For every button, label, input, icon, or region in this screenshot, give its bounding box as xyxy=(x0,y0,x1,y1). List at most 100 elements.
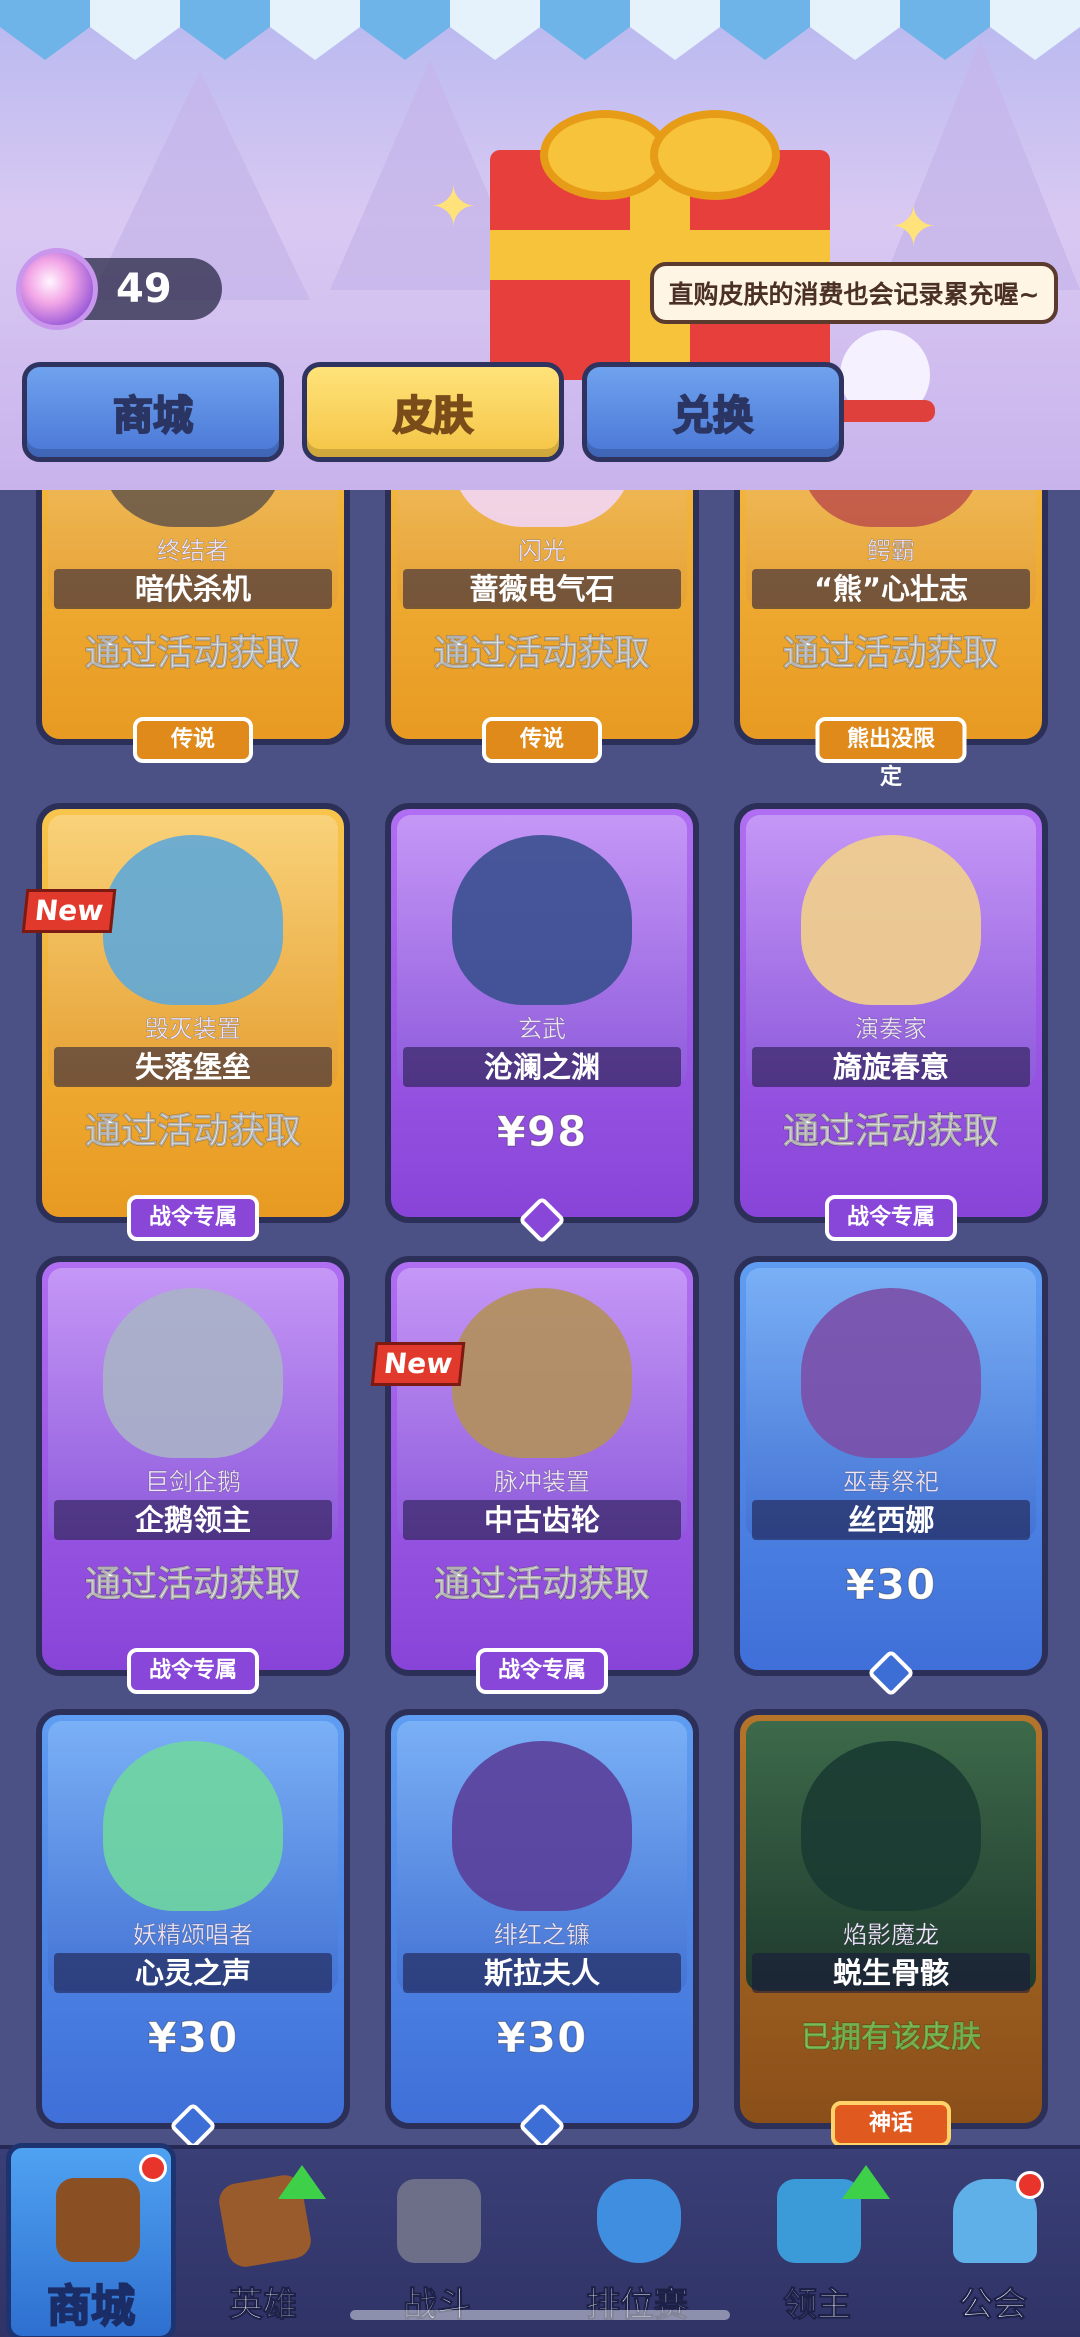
skin-card[interactable]: New 毁灭装置 失落堡垒 通过活动获取 战令专属 xyxy=(21,803,350,1241)
rarity-gem-icon xyxy=(866,1648,916,1698)
new-flag: New xyxy=(21,889,117,933)
skin-hero-title: 焰影魔龙 xyxy=(843,1921,940,1950)
sparkle-icon: ✦ xyxy=(430,175,477,240)
skin-artwork xyxy=(48,1268,338,1538)
skin-name: 暗伏杀机 xyxy=(54,569,332,609)
mythic-badge: 神话 xyxy=(831,2101,951,2145)
skin-name: 斯拉夫人 xyxy=(403,1953,681,1993)
skin-hero-title: 玄武 xyxy=(518,1015,567,1044)
skin-name: 丝西娜 xyxy=(752,1500,1030,1540)
skin-name: “熊”心壮志 xyxy=(752,569,1030,609)
skin-hero-title: 演奏家 xyxy=(855,1015,928,1044)
skin-price: ¥30 xyxy=(845,1560,937,1610)
tab-exchange[interactable]: 兑换 xyxy=(582,362,844,462)
notification-dot xyxy=(139,2154,167,2182)
skin-card[interactable]: 焰影魔龙 蜕生骨骸 已拥有该皮肤 神话 xyxy=(734,1709,1048,2145)
nav-battle[interactable]: 战斗 xyxy=(352,2149,522,2337)
bunting-decoration xyxy=(0,0,1080,60)
skin-card[interactable]: 终结者 暗伏杀机 通过活动获取 传说 xyxy=(36,490,350,763)
skin-acquire-text: 通过活动获取 xyxy=(433,1564,650,1606)
nav-ranked[interactable]: 排位赛 xyxy=(552,2149,722,2337)
skin-acquire-text: 通过活动获取 xyxy=(84,1564,301,1606)
nav-heroes[interactable]: 英雄 xyxy=(178,2149,348,2337)
rarity-badge: 传说 xyxy=(133,717,253,763)
bottom-nav: 商城 英雄 战斗 排位赛 领主 公会 xyxy=(0,2143,1080,2337)
skin-acquire-text: 通过活动获取 xyxy=(782,1111,999,1153)
rarity-gem-icon xyxy=(168,2101,218,2145)
skin-name: 蔷薇电气石 xyxy=(403,569,681,609)
battle-pass-badge: 战令专属 xyxy=(126,1648,260,1694)
nav-label: 公会 xyxy=(959,2285,1028,2326)
skin-price: ¥98 xyxy=(496,1107,588,1157)
skin-artwork xyxy=(746,815,1036,1085)
skin-acquire-text: 通过活动获取 xyxy=(84,633,301,675)
skin-card[interactable]: New 脉冲装置 中古齿轮 通过活动获取 战令专属 xyxy=(370,1256,699,1694)
rarity-gem-icon xyxy=(517,2101,567,2145)
battle-pass-badge: 战令专属 xyxy=(475,1648,609,1694)
skin-hero-title: 巫毒祭祀 xyxy=(843,1468,940,1497)
skin-artwork xyxy=(397,815,687,1085)
skin-acquire-text: 通过活动获取 xyxy=(433,633,650,675)
skin-artwork xyxy=(746,1268,1036,1538)
skin-grid: 终结者 暗伏杀机 通过活动获取 传说 闪光 蔷薇电气石 通过活动获取 传说 鳄霸… xyxy=(0,490,1080,2145)
upgrade-arrow-icon xyxy=(842,2165,890,2199)
skin-card[interactable]: 鳄霸 “熊”心壮志 通过活动获取 熊出没限定 xyxy=(734,490,1048,790)
skin-artwork xyxy=(48,815,338,1085)
skin-name: 中古齿轮 xyxy=(403,1500,681,1540)
tab-skins[interactable]: 皮肤 xyxy=(302,362,564,462)
rank-shield-icon xyxy=(597,2179,681,2263)
home-indicator[interactable] xyxy=(350,2310,730,2320)
skin-card[interactable]: 巫毒祭祀 丝西娜 ¥30 xyxy=(734,1256,1048,1698)
skin-price: ¥30 xyxy=(496,2013,588,2063)
skin-hero-title: 巨剑企鹅 xyxy=(145,1468,242,1497)
skin-artwork xyxy=(397,1268,687,1538)
skin-hero-title: 闪光 xyxy=(518,537,567,566)
nav-label: 领主 xyxy=(783,2285,852,2326)
nav-shop[interactable]: 商城 xyxy=(6,2143,176,2337)
skin-name: 沧澜之渊 xyxy=(403,1047,681,1087)
skin-acquire-text: 通过活动获取 xyxy=(782,633,999,675)
rarity-badge: 传说 xyxy=(482,717,602,763)
skin-hero-title: 终结者 xyxy=(157,537,230,566)
sparkle-icon: ✦ xyxy=(890,195,937,260)
shop-stall-icon xyxy=(56,2178,140,2262)
skin-card[interactable]: 妖精颂唱者 心灵之声 ¥30 xyxy=(36,1709,350,2145)
skin-card[interactable]: 巨剑企鹅 企鹅领主 通过活动获取 战令专属 xyxy=(36,1256,350,1694)
tab-shop[interactable]: 商城 xyxy=(22,362,284,462)
skin-card[interactable]: 绯红之镰 斯拉夫人 ¥30 xyxy=(385,1709,699,2145)
skin-hero-title: 毁灭装置 xyxy=(145,1015,242,1044)
skin-name: 蜕生骨骸 xyxy=(752,1953,1030,1993)
rarity-gem-icon xyxy=(517,1195,567,1245)
gem-count: 49 xyxy=(116,266,172,312)
skin-name: 心灵之声 xyxy=(54,1953,332,1993)
skin-card[interactable]: 演奏家 旖旋春意 通过活动获取 战令专属 xyxy=(734,803,1048,1241)
nav-guild[interactable]: 公会 xyxy=(908,2149,1078,2337)
skin-name: 企鹅领主 xyxy=(54,1500,332,1540)
skin-hero-title: 脉冲装置 xyxy=(494,1468,591,1497)
skin-name: 旖旋春意 xyxy=(752,1047,1030,1087)
upgrade-arrow-icon xyxy=(278,2165,326,2199)
nav-lord[interactable]: 领主 xyxy=(732,2149,902,2337)
limited-badge: 熊出没限定 xyxy=(815,717,967,790)
skin-card[interactable]: 玄武 沧澜之渊 ¥98 xyxy=(385,803,699,1245)
skin-hero-title: 绯红之镰 xyxy=(494,1921,591,1950)
nav-label: 英雄 xyxy=(229,2285,298,2326)
skin-hero-title: 妖精颂唱者 xyxy=(133,1921,254,1950)
skin-artwork xyxy=(397,1721,687,1991)
battle-pass-badge: 战令专属 xyxy=(126,1195,260,1241)
skin-artwork xyxy=(746,1721,1036,1991)
notification-dot xyxy=(1016,2171,1044,2199)
gift-bow-decoration xyxy=(650,110,780,200)
recharge-notice: 直购皮肤的消费也会记录累充喔~ xyxy=(650,262,1058,324)
crossed-swords-icon xyxy=(397,2179,481,2263)
skin-name: 失落堡垒 xyxy=(54,1047,332,1087)
pearl-gem-icon xyxy=(16,248,98,330)
owned-status: 已拥有该皮肤 xyxy=(801,2020,982,2056)
skin-card[interactable]: 闪光 蔷薇电气石 通过活动获取 传说 xyxy=(385,490,699,763)
nav-label: 商城 xyxy=(46,2280,136,2333)
skin-acquire-text: 通过活动获取 xyxy=(84,1111,301,1153)
gem-balance: 49 xyxy=(16,248,222,330)
skin-hero-title: 鳄霸 xyxy=(867,537,916,566)
shop-tabs: 商城 皮肤 兑换 xyxy=(22,362,1062,468)
battle-pass-badge: 战令专属 xyxy=(824,1195,958,1241)
